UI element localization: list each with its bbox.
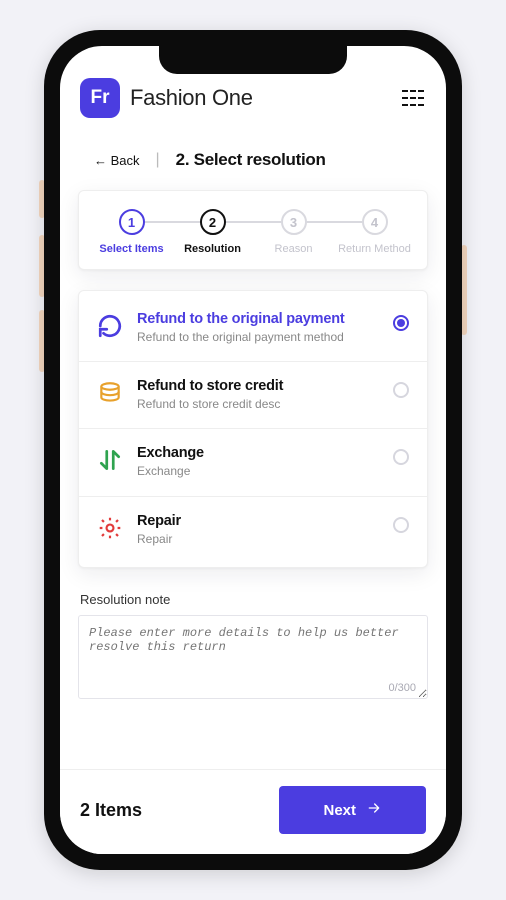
radio-indicator [393,382,409,398]
option-desc: Exchange [137,463,373,479]
step-label: Select Items [99,243,163,255]
phone-notch [159,46,347,74]
step-resolution[interactable]: 2 Resolution [172,209,253,255]
step-reason[interactable]: 3 Reason [253,209,334,255]
phone-mockup: Fr Fashion One ← Back | 2. Select resolu… [44,30,462,870]
step-connector [145,221,200,223]
radio-indicator [393,517,409,533]
step-label: Return Method [338,243,411,255]
coins-icon [97,380,123,406]
app-name: Fashion One [130,85,253,111]
char-count: 0/300 [388,682,416,694]
option-title: Repair [137,513,373,529]
gear-icon [97,515,123,541]
step-number: 4 [362,209,388,235]
exchange-icon [97,447,123,473]
footer-bar: 2 Items Next [60,769,446,854]
menu-icon [402,97,424,99]
menu-button[interactable] [400,84,426,112]
arrow-right-icon [366,800,382,820]
back-button[interactable]: ← Back [94,153,140,168]
phone-screen: Fr Fashion One ← Back | 2. Select resolu… [60,46,446,854]
next-button-label: Next [323,802,356,819]
stepper: 1 Select Items 2 Resolution [79,191,427,269]
option-title: Refund to store credit [137,378,373,394]
next-button[interactable]: Next [279,786,426,834]
option-desc: Refund to the original payment method [137,329,373,345]
step-connector [226,221,281,223]
step-return-method[interactable]: 4 Return Method [334,209,415,255]
step-label: Resolution [184,243,241,255]
page-title: 2. Select resolution [176,150,326,170]
phone-frame: Fr Fashion One ← Back | 2. Select resolu… [44,30,462,870]
step-number: 3 [281,209,307,235]
menu-icon [402,90,424,92]
radio-indicator [393,449,409,465]
stepper-card: 1 Select Items 2 Resolution [78,190,428,270]
title-separator: | [156,151,160,169]
menu-icon [402,104,424,106]
option-repair[interactable]: Repair Repair [79,497,427,563]
step-number: 1 [119,209,145,235]
option-desc: Repair [137,531,373,547]
option-store-credit[interactable]: Refund to store credit Refund to store c… [79,362,427,429]
step-select-items[interactable]: 1 Select Items [91,209,172,255]
step-connector [307,221,362,223]
resolution-options-card: Refund to the original payment Refund to… [78,290,428,568]
option-title: Exchange [137,445,373,461]
app-logo-text: Fr [91,87,110,109]
option-desc: Refund to store credit desc [137,396,373,412]
option-exchange[interactable]: Exchange Exchange [79,429,427,496]
step-number: 2 [200,209,226,235]
item-count: 2 Items [80,800,142,821]
note-wrapper: 0/300 [78,615,428,704]
app-logo[interactable]: Fr [80,78,120,118]
radio-indicator [393,315,409,331]
resolution-note-input[interactable] [78,615,428,699]
step-label: Reason [275,243,313,255]
title-row: ← Back | 2. Select resolution [78,144,428,190]
content-area: ← Back | 2. Select resolution 1 Select I… [60,128,446,769]
refresh-icon [97,313,123,339]
note-label: Resolution note [78,588,428,615]
option-refund-original[interactable]: Refund to the original payment Refund to… [79,295,427,362]
option-title: Refund to the original payment [137,311,373,327]
